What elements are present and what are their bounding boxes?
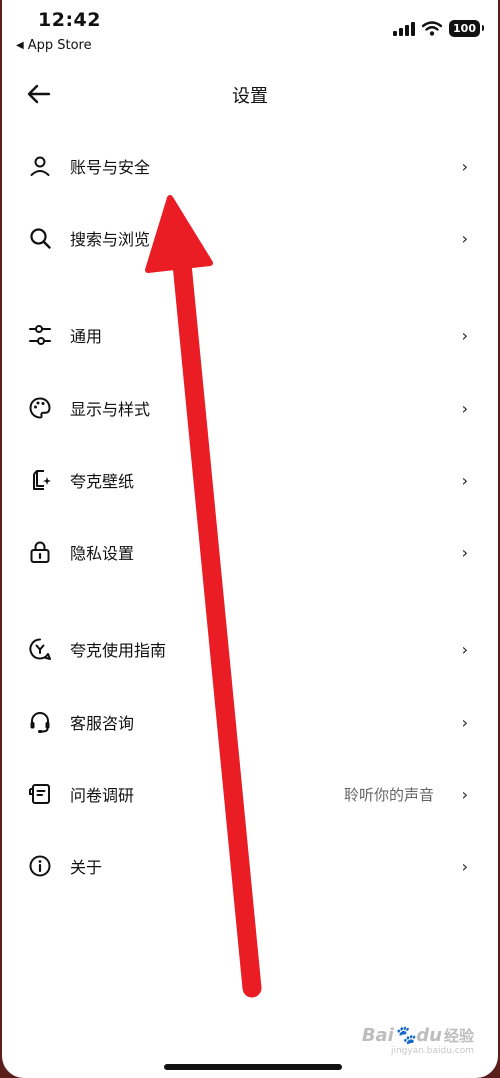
settings-item-about[interactable]: 关于 › [2,838,498,894]
survey-subtext: 聆听你的声音 [343,785,434,804]
signal-icon [393,21,416,36]
settings-item-label: 夸克壁纸 [70,472,135,491]
chevron-right-icon: › [461,542,468,562]
settings-item-label: 账号与安全 [70,158,151,177]
settings-item-label: 通用 [70,327,103,346]
settings-item-general[interactable]: 通用 › [2,307,498,363]
settings-item-wallpaper[interactable]: 夸克壁纸 › [2,452,498,508]
settings-item-survey[interactable]: 问卷调研 聆听你的声音 › [2,766,498,822]
home-indicator[interactable] [164,1064,342,1070]
settings-item-guide[interactable]: 夸克使用指南 › [2,621,498,677]
baidu-jingyan-watermark: Bai🐾du 经验 jingyan.baidu.com [362,1025,474,1056]
phone-screen: 12:42 ◀ App Store 100 设置 账号与安全 › 搜索与浏览 ›… [2,0,498,1078]
wallpaper-icon [26,466,54,494]
sliders-icon [26,321,54,349]
headset-icon [26,708,54,736]
nav-bar: 设置 [2,68,498,120]
palette-icon [26,394,54,422]
watermark-brand: Bai [361,1025,394,1046]
battery-indicator: 100 [449,20,484,37]
chevron-right-icon: › [461,639,468,659]
search-icon [26,224,54,252]
settings-item-label: 客服咨询 [70,714,135,733]
settings-item-support[interactable]: 客服咨询 › [2,694,498,750]
settings-item-label: 问卷调研 [70,786,135,805]
status-icons: 100 [393,20,484,37]
chevron-right-icon: › [461,784,468,804]
settings-item-label: 夸克使用指南 [70,641,167,660]
back-app-label: App Store [27,38,92,53]
watermark-brand2: du [416,1025,442,1046]
settings-item-label: 关于 [70,858,103,877]
chevron-right-icon: › [461,470,468,490]
chevron-right-icon: › [461,325,468,345]
chevron-right-icon: › [461,156,468,176]
settings-item-privacy[interactable]: 隐私设置 › [2,524,498,580]
status-bar: 12:42 ◀ App Store 100 [2,0,498,60]
back-triangle-icon: ◀ [16,40,24,51]
chevron-right-icon: › [461,398,468,418]
settings-item-label: 显示与样式 [70,400,151,419]
chevron-right-icon: › [461,228,468,248]
survey-icon [26,780,54,808]
guide-icon [26,635,54,663]
settings-item-display[interactable]: 显示与样式 › [2,380,498,436]
settings-item-search[interactable]: 搜索与浏览 › [2,210,498,266]
person-icon [26,152,54,180]
watermark-paw-icon: 🐾 [393,1025,417,1046]
page-title: 设置 [232,86,268,107]
chevron-right-icon: › [461,712,468,732]
settings-item-label: 搜索与浏览 [70,230,151,249]
wifi-icon [422,21,443,36]
status-time: 12:42 [38,9,101,31]
watermark-suffix: 经验 [443,1027,474,1045]
settings-item-label: 隐私设置 [70,544,135,563]
chevron-right-icon: › [461,856,468,876]
lock-icon [26,538,54,566]
settings-item-account[interactable]: 账号与安全 › [2,138,498,194]
back-to-app-store[interactable]: ◀ App Store [16,38,92,53]
info-icon [26,852,54,880]
watermark-url: jingyan.baidu.com [390,1046,474,1056]
